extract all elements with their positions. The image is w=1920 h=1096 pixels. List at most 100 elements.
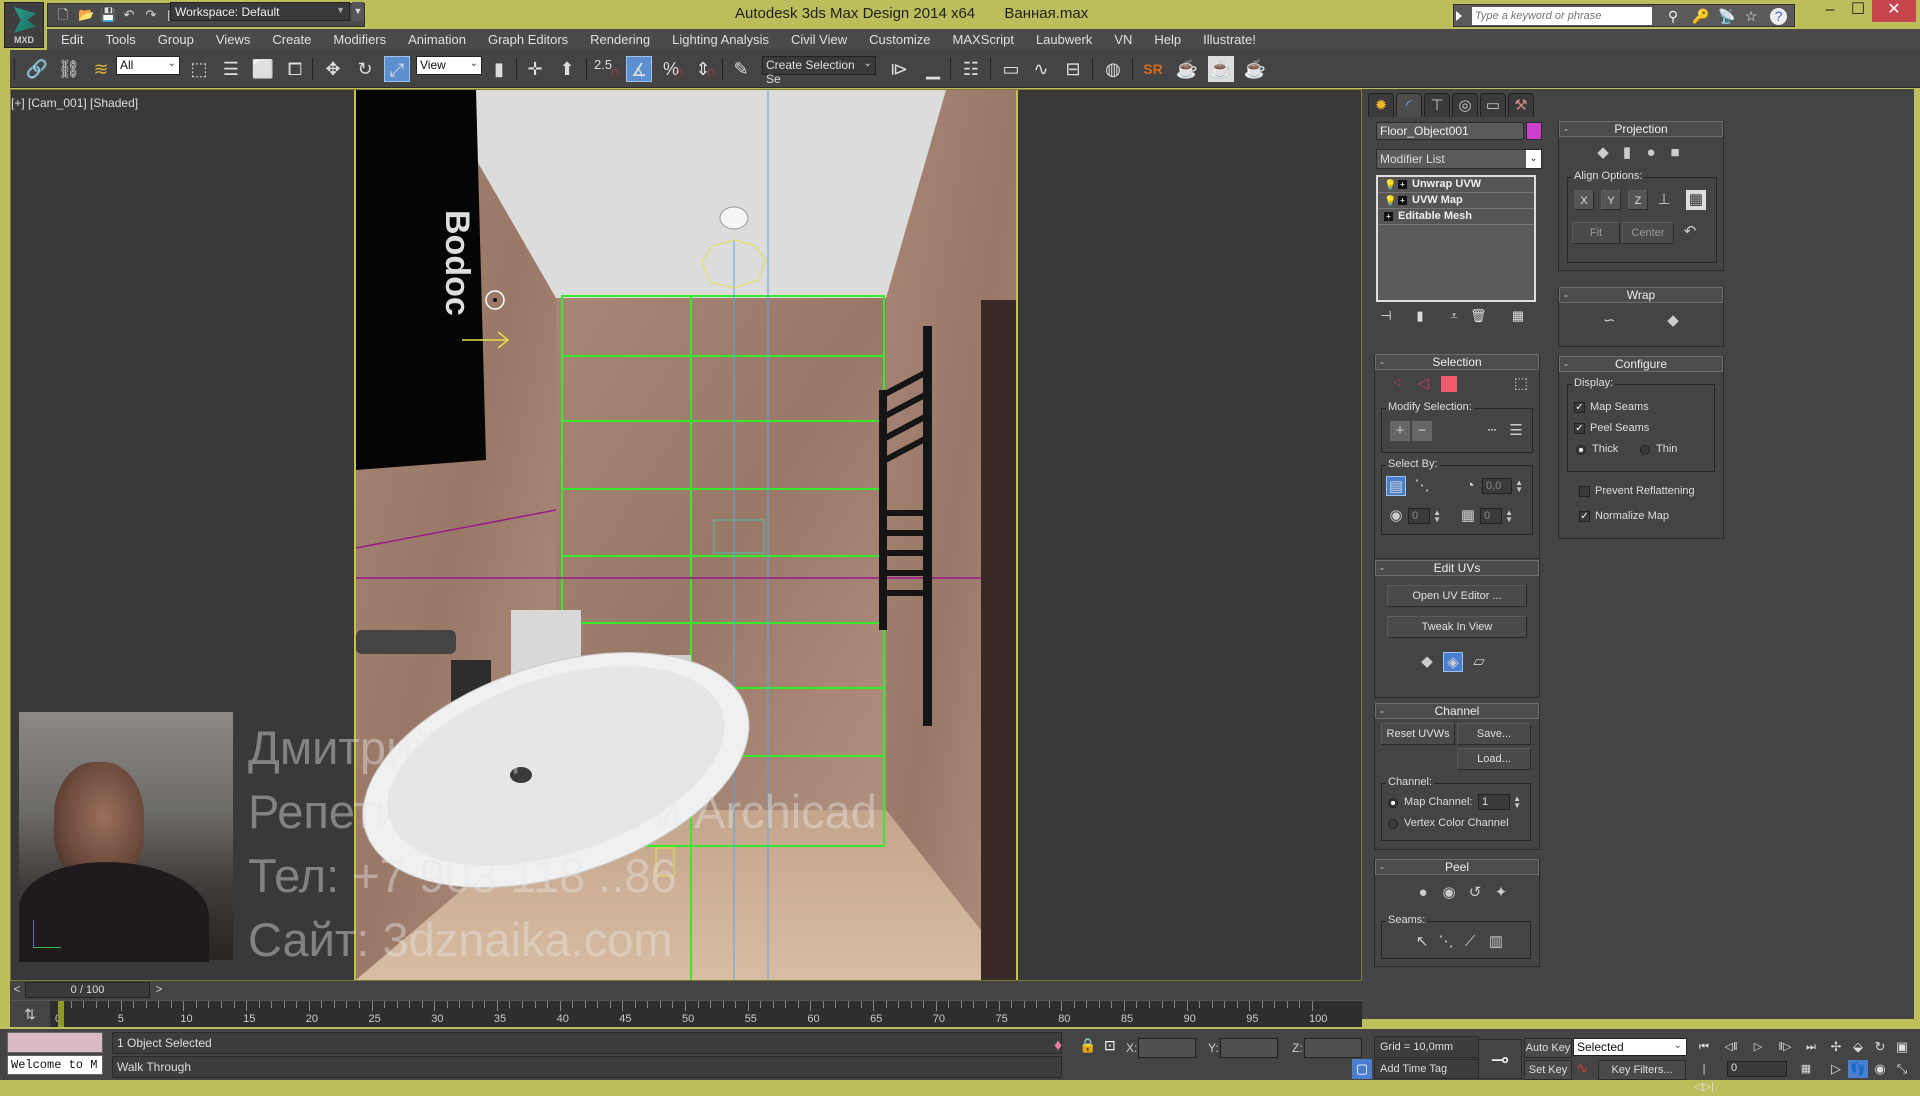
thin-radio[interactable] xyxy=(1640,445,1650,455)
previous-frame-icon[interactable]: ◁‖ xyxy=(1721,1038,1741,1056)
align-icon[interactable]: ▁ xyxy=(920,56,946,82)
camera-render[interactable]: Bodoc xyxy=(354,90,1018,980)
map-seams-checkbox[interactable]: ✓ xyxy=(1574,402,1585,413)
set-keys-key-icon[interactable]: ⊸ xyxy=(1478,1039,1522,1079)
select-object-icon[interactable]: ⬚ xyxy=(186,56,212,82)
maxscript-listener-input[interactable]: Welcome to M xyxy=(7,1055,103,1075)
select-by-edge-loop-icon[interactable]: ⋱ xyxy=(1412,476,1432,496)
polygon-mode-icon[interactable] xyxy=(1439,374,1459,394)
default-tangent-icon[interactable]: ∿ xyxy=(1576,1059,1589,1077)
reference-coordinate-dropdown[interactable]: View ⌄ xyxy=(416,56,482,75)
play-icon[interactable]: ▷ xyxy=(1748,1038,1768,1056)
remove-modifier-icon[interactable]: 🗑 xyxy=(1470,308,1487,326)
menu-maxscript[interactable]: MAXScript xyxy=(953,32,1014,47)
spinner-snap-toggle-icon[interactable]: ⇕ ∩ xyxy=(690,56,716,82)
select-and-manipulate-icon[interactable]: ✛ xyxy=(522,56,548,82)
planar-angle-icon[interactable]: ◔ xyxy=(1460,476,1480,496)
stack-item-uvw-map[interactable]: 💡 + UVW Map xyxy=(1378,193,1534,209)
field-of-view-icon[interactable]: ▷ xyxy=(1826,1060,1846,1078)
select-and-rotate-icon[interactable]: ↻ xyxy=(352,56,378,82)
configure-rollout-header[interactable]: - Configure xyxy=(1559,356,1723,372)
z-coordinate-field[interactable] xyxy=(1304,1038,1362,1058)
modifier-list-dropdown[interactable]: Modifier List ⌄ xyxy=(1376,149,1542,169)
key-mode-dropdown[interactable]: Selected ⌄ xyxy=(1573,1038,1687,1056)
current-frame-field[interactable]: 0 xyxy=(1727,1061,1787,1077)
next-frame-button[interactable]: > xyxy=(152,982,166,998)
y-coordinate-field[interactable] xyxy=(1220,1038,1278,1058)
window-crossing-icon[interactable]: ⧠ xyxy=(282,56,308,82)
align-x-button[interactable]: X xyxy=(1574,190,1594,210)
x-coordinate-field[interactable] xyxy=(1138,1038,1196,1058)
walk-through-icon[interactable]: 👣 xyxy=(1848,1060,1868,1078)
render-production-icon[interactable]: ☕ xyxy=(1242,56,1268,82)
sr-button[interactable]: SR xyxy=(1140,56,1166,82)
select-by-name-icon[interactable]: ☰ xyxy=(218,56,244,82)
open-icon[interactable]: 📂 xyxy=(78,8,94,22)
prevent-reflattening-checkbox[interactable] xyxy=(1579,486,1590,497)
load-uvw-button[interactable]: Load... xyxy=(1457,748,1531,770)
lightbulb-icon[interactable]: 💡 xyxy=(1384,194,1396,209)
object-color-swatch[interactable] xyxy=(1526,122,1542,140)
unlink-selection-icon[interactable]: ⛓ xyxy=(56,56,82,82)
menu-views[interactable]: Views xyxy=(216,32,250,47)
reset-uvws-button[interactable]: Reset UVWs xyxy=(1381,723,1455,745)
redo-icon[interactable]: ↷ xyxy=(144,8,158,22)
absolute-mode-icon[interactable]: ⊡ xyxy=(1104,1037,1116,1054)
align-to-view-icon[interactable]: ▦ xyxy=(1686,190,1706,210)
keyboard-shortcut-override-icon[interactable]: ⬆ xyxy=(554,56,580,82)
orbit-point-of-interest-icon[interactable]: ✢ xyxy=(1826,1038,1846,1056)
menu-modifiers[interactable]: Modifiers xyxy=(333,32,386,47)
menu-vn[interactable]: VN xyxy=(1114,32,1132,47)
menu-create[interactable]: Create xyxy=(272,32,311,47)
schematic-view-icon[interactable]: ⊟ xyxy=(1060,56,1086,82)
select-by-smoothing-group-icon[interactable]: ◉ xyxy=(1386,506,1406,526)
seams-to-edge-sel-icon[interactable]: ▥ xyxy=(1486,932,1506,952)
make-unique-icon[interactable]: ⩡ xyxy=(1446,308,1462,326)
curve-editor-icon[interactable]: ∿ xyxy=(1028,56,1054,82)
new-icon[interactable]: 🗋 xyxy=(56,8,70,22)
next-frame-icon[interactable]: ‖▷ xyxy=(1775,1038,1795,1056)
viewport-label[interactable]: [+] [Cam_001] [Shaded] xyxy=(11,96,138,110)
create-tab-icon[interactable]: ✹ xyxy=(1368,93,1394,117)
menu-help[interactable]: Help xyxy=(1154,32,1181,47)
point-to-point-seam-icon[interactable]: ⋱ xyxy=(1436,932,1456,952)
loop-selection-icon[interactable]: ┄ xyxy=(1482,421,1502,441)
map-channel-spinner[interactable]: 1 ▲ ▼ xyxy=(1478,794,1521,810)
align-z-button[interactable]: Z xyxy=(1628,190,1648,210)
help-search-input[interactable] xyxy=(1472,7,1652,25)
time-slider-thumb[interactable]: 0 / 100 xyxy=(25,982,150,998)
quick-peel-icon[interactable]: ◈ xyxy=(1443,652,1463,672)
stack-item-unwrap-uvw[interactable]: 💡 + Unwrap UVW xyxy=(1378,177,1534,193)
open-mini-curve-editor-icon[interactable]: ⇅ xyxy=(10,1001,50,1028)
maxscript-listener-output[interactable] xyxy=(7,1032,103,1053)
workspace-dropdown[interactable]: Workspace: Default ▼ xyxy=(170,2,350,21)
isolate-selection-icon[interactable]: ♦ xyxy=(1054,1037,1062,1055)
hierarchy-tab-icon[interactable]: ⊤ xyxy=(1424,93,1450,117)
rectangular-selection-icon[interactable]: ⬜ xyxy=(250,56,276,82)
selection-lock-icon[interactable]: 🔒 xyxy=(1079,1037,1096,1054)
layer-manager-icon[interactable]: ☷ xyxy=(958,56,984,82)
time-slider[interactable]: < 0 / 100 > xyxy=(10,981,1362,1000)
go-to-end-icon[interactable]: ⏭ xyxy=(1801,1038,1821,1056)
mirror-icon[interactable]: ⧐ xyxy=(886,56,912,82)
projection-rollout-header[interactable]: - Projection xyxy=(1559,121,1723,137)
scene-explorer-icon[interactable]: ▭ xyxy=(998,56,1024,82)
maximize-viewport-icon[interactable]: ▣ xyxy=(1892,1038,1912,1056)
menu-lighting-analysis[interactable]: Lighting Analysis xyxy=(672,32,769,47)
shrink-selection-icon[interactable]: − xyxy=(1412,421,1432,441)
lightbulb-icon[interactable]: 💡 xyxy=(1384,178,1396,193)
cylindrical-map-icon[interactable]: ▮ xyxy=(1617,143,1637,163)
expand-icon[interactable]: + xyxy=(1398,180,1407,189)
unfold-strip-icon[interactable]: ◆ xyxy=(1663,311,1683,331)
edge-mode-icon[interactable]: ◁ xyxy=(1413,374,1433,394)
utilities-tab-icon[interactable]: ⚒ xyxy=(1508,93,1534,117)
set-key-button[interactable]: Set Key xyxy=(1524,1060,1572,1080)
edge-sel-to-seams-icon[interactable]: ⟋ xyxy=(1460,932,1480,952)
help-icon[interactable]: ? xyxy=(1770,8,1787,25)
track-bar[interactable]: ⇅ 05101520253035404550556065707580859095… xyxy=(10,1000,1362,1028)
orbit-camera-icon[interactable]: ↻ xyxy=(1870,1038,1890,1056)
wrap-rollout-header[interactable]: - Wrap xyxy=(1559,287,1723,303)
select-and-move-icon[interactable]: ✥ xyxy=(320,56,346,82)
add-time-tag-button[interactable]: Add Time Tag xyxy=(1374,1059,1479,1079)
customize-qat-button[interactable]: ▼ xyxy=(352,2,364,21)
